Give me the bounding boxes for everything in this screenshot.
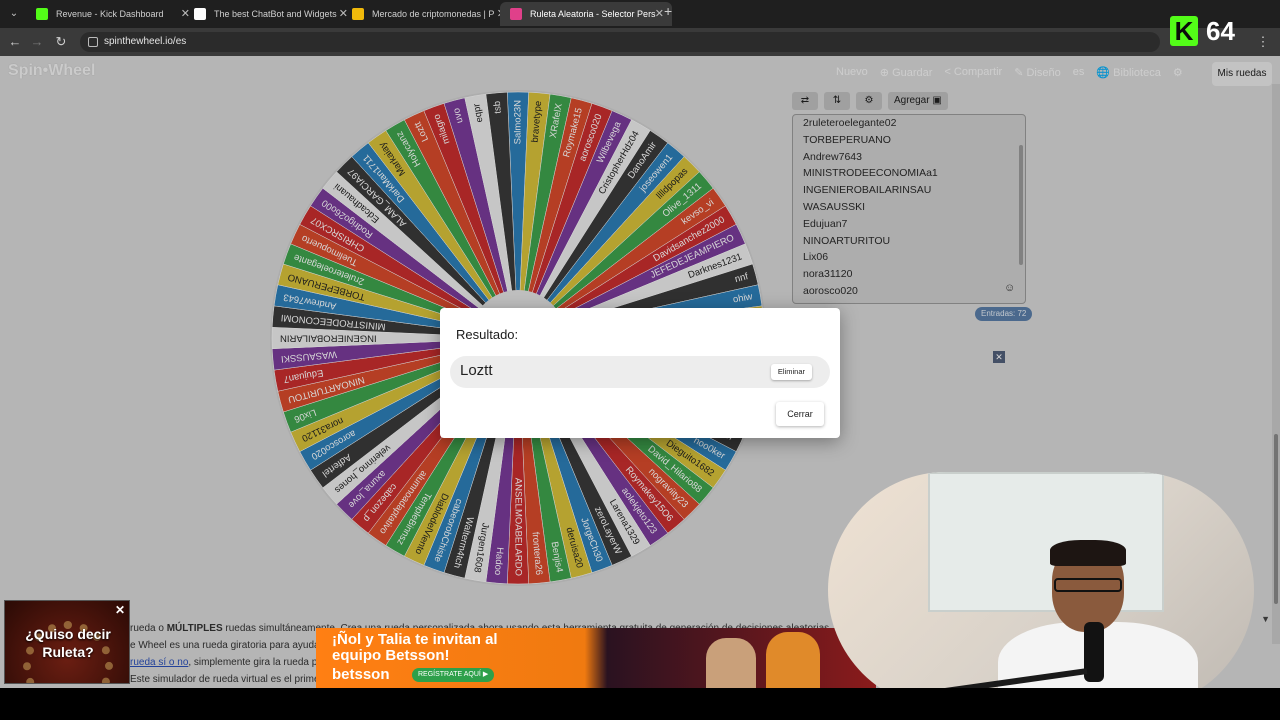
roulette-ad[interactable]: ¿Quiso decir Ruleta? ✕ — [4, 600, 130, 684]
browser-tab[interactable]: The best ChatBot and Widgets ✕ — [184, 2, 356, 26]
result-dialog: Resultado: Loztt Eliminar Cerrar — [440, 308, 840, 438]
ad-headline: ¡Ñol y Talia te invitan al equipo Betsso… — [332, 631, 498, 664]
new-tab-button[interactable]: + — [664, 3, 672, 19]
binance-icon — [352, 8, 364, 20]
forward-icon[interactable]: → — [28, 33, 46, 51]
result-row: Loztt Eliminar — [450, 356, 830, 388]
tab-title: Mercado de criptomonedas | P — [372, 9, 495, 19]
bottom-bar — [0, 688, 1280, 720]
back-icon[interactable]: ← — [6, 33, 24, 51]
result-name: Loztt — [460, 362, 493, 379]
tab-title: Ruleta Aleatoria - Selector Pers — [530, 9, 656, 19]
browser-tab[interactable]: Mercado de criptomonedas | P✕ — [342, 2, 514, 26]
roulette-ad-text: ¿Quiso decir Ruleta? — [25, 626, 111, 660]
dialog-title: Resultado: — [456, 327, 519, 342]
ad-people-image — [696, 632, 836, 688]
person-glasses — [1054, 578, 1122, 592]
address-bar[interactable]: spinthewheel.io/es — [80, 32, 1160, 52]
ad-person — [766, 632, 820, 688]
wheel-icon — [510, 8, 522, 20]
tab-title: Revenue - Kick Dashboard — [56, 9, 164, 19]
remove-button[interactable]: Eliminar — [770, 364, 812, 380]
betsson-ad-banner[interactable]: ¡Ñol y Talia te invitan al equipo Betsso… — [316, 628, 876, 688]
reload-icon[interactable]: ↻ — [52, 33, 70, 51]
tab-title: The best ChatBot and Widgets — [214, 9, 337, 19]
kick-logo-icon: K — [1170, 16, 1198, 46]
close-button[interactable]: Cerrar — [776, 402, 824, 426]
kick-icon — [36, 8, 48, 20]
person-hair — [1050, 540, 1126, 566]
browser-tab[interactable]: Ruleta Aleatoria - Selector Pers ✕ — [500, 2, 672, 26]
whiteboard — [928, 472, 1164, 612]
kick-viewer-badge: K 64 — [1168, 14, 1248, 50]
ad-person — [706, 638, 756, 688]
browser-tab[interactable]: Revenue - Kick Dashboard ✕ — [26, 2, 198, 26]
kick-viewer-count: 64 — [1206, 16, 1235, 46]
webcam-overlay — [828, 472, 1254, 708]
ad-cta-button[interactable]: REGÍSTRATE AQUÍ ▶ — [412, 668, 495, 682]
ad-brand: betsson — [332, 666, 390, 683]
menu-icon[interactable]: ⋮ — [1254, 33, 1272, 51]
site-info-icon[interactable] — [88, 37, 98, 47]
browser-tab-bar: ⌄ Revenue - Kick Dashboard ✕ The best Chat… — [0, 0, 1280, 28]
browser-toolbar: ← → ↻ spinthewheel.io/es ⋮ — [0, 28, 1280, 56]
ad-close-icon[interactable]: ✕ — [115, 603, 125, 617]
url-text: spinthewheel.io/es — [104, 36, 187, 47]
tab-search-icon[interactable]: ⌄ — [6, 6, 22, 22]
bot-icon — [194, 8, 206, 20]
tab-close-icon[interactable]: ✕ — [655, 2, 664, 26]
